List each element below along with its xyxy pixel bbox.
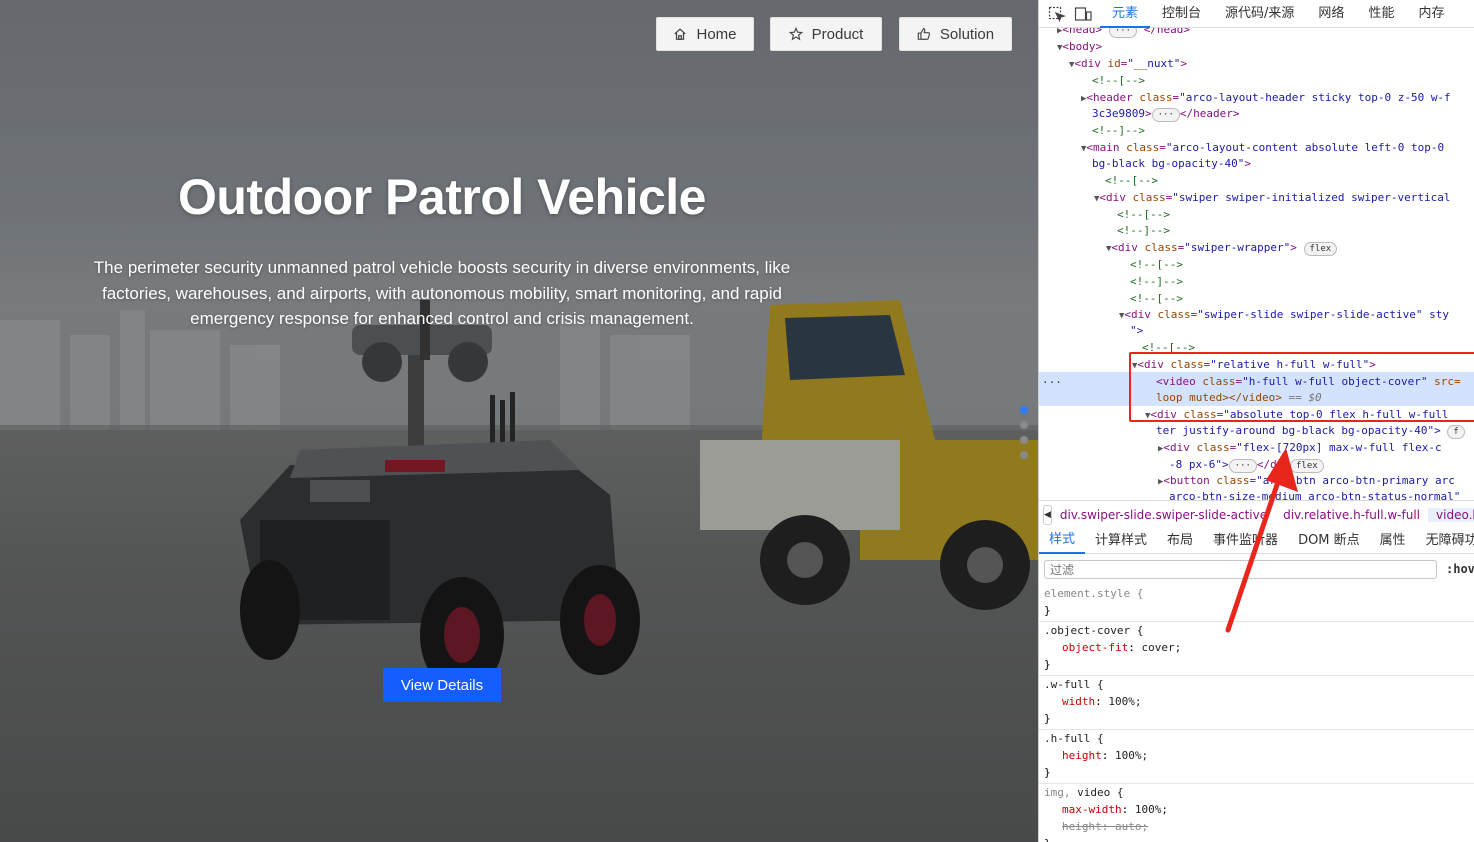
breadcrumb-item[interactable]: div.swiper-slide.swiper-slide-active	[1052, 508, 1275, 522]
css-rule-object-cover[interactable]: .object-cover { object-fit: cover; }	[1039, 622, 1474, 676]
dom-line-swiper-slide[interactable]: ▼<div class="swiper-slide swiper-slide-a…	[1119, 308, 1449, 321]
nav-home-button[interactable]: Home	[656, 17, 754, 51]
devtools-toolbar: 元素 控制台 源代码/来源 网络 性能 内存	[1039, 0, 1474, 28]
breadcrumb: ◀ div.swiper-slide.swiper-slide-active d…	[1039, 500, 1474, 528]
patrol-robot-image	[240, 300, 640, 693]
dom-line-slide-cont: ">	[1130, 324, 1144, 337]
breadcrumb-item-active[interactable]: video.h-fu	[1428, 507, 1474, 522]
css-rule-img-video[interactable]: img, video { max-width: 100%; height: au…	[1039, 784, 1474, 842]
dom-line-absolute-cont: ter justify-around bg-black bg-opacity-4…	[1156, 424, 1465, 439]
dom-line-nuxt[interactable]: ▼<div id="__nuxt">	[1069, 57, 1187, 70]
styles-subtabs: 样式 计算样式 布局 事件监听器 DOM 断点 属性 无障碍功	[1039, 528, 1474, 554]
dom-line-relative-div[interactable]: ▼<div class="relative h-full w-full">	[1132, 358, 1376, 371]
hero-dim-overlay	[0, 0, 1038, 842]
dom-line-body[interactable]: ▼<body>	[1057, 40, 1102, 53]
thumbs-up-icon	[917, 27, 930, 40]
dom-comment: <!--[-->	[1142, 341, 1195, 354]
tab-sources[interactable]: 源代码/来源	[1213, 0, 1306, 28]
subtab-styles[interactable]: 样式	[1039, 528, 1086, 554]
nav-product-button[interactable]: Product	[770, 17, 882, 51]
slide-pagination	[1020, 406, 1028, 466]
css-rule-element-style[interactable]: element.style { }	[1039, 585, 1474, 622]
dom-line-swiper-wrapper[interactable]: ▼<div class="swiper-wrapper"> flex	[1106, 241, 1338, 256]
subtab-dom-breakpoints[interactable]: DOM 断点	[1288, 529, 1370, 553]
dom-comment: <!--]-->	[1117, 224, 1170, 237]
breadcrumb-back-icon[interactable]: ◀	[1043, 504, 1052, 525]
subtab-layout[interactable]: 布局	[1157, 529, 1203, 553]
dom-line-inner-cont: -8 px-6"> ··· </d flex	[1169, 458, 1324, 473]
slide-dot-4[interactable]	[1020, 451, 1028, 459]
dom-comment: <!--[-->	[1117, 208, 1170, 221]
slide-dot-2[interactable]	[1020, 421, 1028, 429]
slide-dot-3[interactable]	[1020, 436, 1028, 444]
hero-title: Outdoor Patrol Vehicle	[178, 169, 707, 225]
slide-dot-1[interactable]	[1020, 406, 1028, 414]
truck-image	[700, 300, 1038, 610]
dom-line-swiper[interactable]: ▼<div class="swiper swiper-initialized s…	[1094, 191, 1450, 204]
dom-comment: <!--]-->	[1092, 124, 1145, 137]
dom-comment: <!--[-->	[1105, 174, 1158, 187]
breadcrumb-item[interactable]: div.relative.h-full.w-full	[1275, 508, 1428, 522]
dom-line-button[interactable]: ▶<button class="arco-btn arco-btn-primar…	[1158, 474, 1455, 487]
dom-comment: <!--]-->	[1130, 275, 1183, 288]
dom-line-video-cont: loop muted></video> == $0	[1156, 391, 1322, 404]
device-toolbar-icon[interactable]	[1074, 6, 1092, 22]
nav-product-label: Product	[811, 25, 864, 43]
hover-state-toggle[interactable]: :hov	[1446, 562, 1474, 576]
dom-line-main[interactable]: ▼<main class="arco-layout-content absolu…	[1081, 141, 1444, 154]
tab-memory[interactable]: 内存	[1406, 0, 1456, 28]
dom-line-header-cont: 3c3e9809> ··· </header>	[1092, 107, 1240, 122]
dom-line-absolute-div[interactable]: ▼<div class="absolute top-0 flex h-full …	[1145, 408, 1448, 421]
dom-line-main-cont: bg-black bg-opacity-40">	[1092, 157, 1251, 170]
tab-performance[interactable]: 性能	[1356, 0, 1406, 28]
nav-home-label: Home	[696, 25, 737, 43]
tab-console[interactable]: 控制台	[1150, 0, 1213, 28]
styles-filter-input[interactable]	[1044, 560, 1437, 579]
hero-section: Home Product Solution Outdoor Patrol Veh…	[0, 0, 1038, 842]
hero-background-video	[0, 300, 1038, 842]
dom-comment: <!--[-->	[1130, 292, 1183, 305]
inspect-element-icon[interactable]	[1048, 6, 1066, 22]
dom-line-video[interactable]: <video class="h-full w-full object-cover…	[1156, 375, 1461, 388]
nav-solution-button[interactable]: Solution	[899, 17, 1012, 51]
subtab-computed[interactable]: 计算样式	[1085, 529, 1157, 553]
tab-network[interactable]: 网络	[1306, 0, 1356, 28]
dom-line-header[interactable]: ▶<header class="arco-layout-header stick…	[1081, 91, 1451, 104]
home-icon	[674, 28, 687, 40]
devtools-panel: 元素 控制台 源代码/来源 网络 性能 内存 ··· ▶<head> ··· <…	[1038, 0, 1474, 842]
star-icon	[788, 27, 803, 41]
subtab-accessibility[interactable]: 无障碍功	[1416, 529, 1474, 553]
css-rule-h-full[interactable]: .h-full { height: 100%; }	[1039, 730, 1474, 784]
view-details-button[interactable]: View Details	[383, 668, 501, 702]
dom-tree[interactable]: ··· ▶<head> ··· </head> ▼<body> ▼<div id…	[1039, 28, 1474, 500]
subtab-event-listeners[interactable]: 事件监听器	[1203, 529, 1288, 553]
dom-comment: <!--[-->	[1130, 258, 1183, 271]
css-rule-w-full[interactable]: .w-full { width: 100%; }	[1039, 676, 1474, 730]
css-rules-list: element.style { } .object-cover { object…	[1039, 585, 1474, 842]
hero-description: The perimeter security unmanned patrol v…	[93, 258, 791, 328]
dom-comment: <!--[-->	[1092, 74, 1145, 87]
tab-elements[interactable]: 元素	[1100, 0, 1151, 28]
dom-line-inner-div[interactable]: ▶<div class="flex-[720px] max-w-full fle…	[1158, 441, 1442, 454]
dom-line-button-cont: arco-btn-size-medium arco-btn-status-nor…	[1169, 490, 1461, 500]
dom-line-head[interactable]: ▶<head> ··· </head>	[1057, 28, 1190, 38]
nav-solution-label: Solution	[939, 25, 995, 43]
subtab-properties[interactable]: 属性	[1370, 529, 1416, 553]
node-actions-ellipsis[interactable]: ···	[1042, 376, 1062, 389]
